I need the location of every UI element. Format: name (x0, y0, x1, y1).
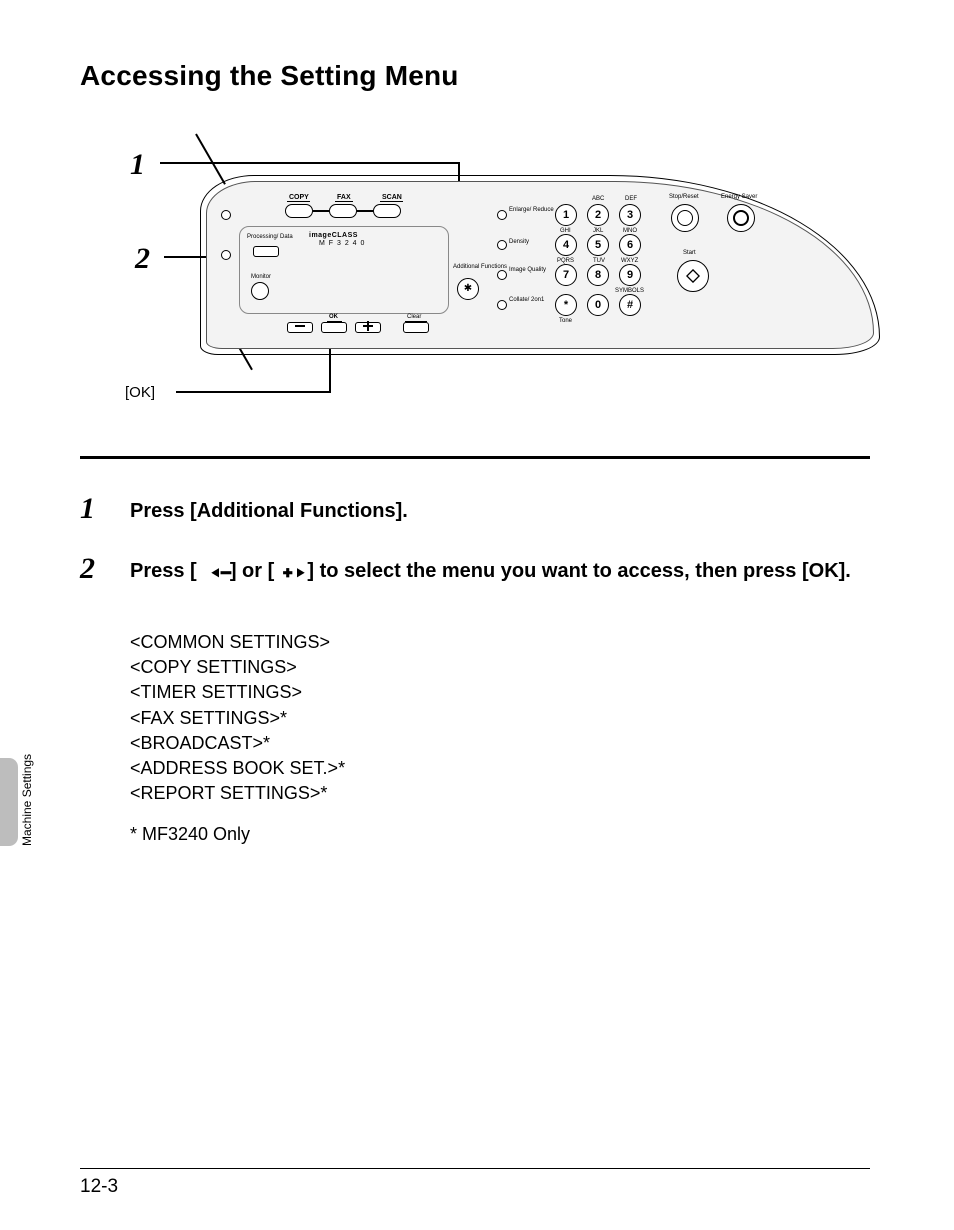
footnote: * MF3240 Only (130, 824, 250, 845)
ok-callout-label: [OK] (125, 384, 155, 401)
ok-label: OK (329, 314, 338, 320)
stop-reset-button (671, 204, 699, 232)
keypad-8: 8 (587, 264, 609, 286)
scan-button (373, 204, 401, 218)
minus-button (287, 322, 313, 333)
page-title: Accessing the Setting Menu (80, 60, 459, 92)
start-label: Start (683, 250, 696, 256)
additional-functions-button: ✱ (457, 278, 479, 300)
keypad-6: 6 (619, 234, 641, 256)
label-scan: SCAN (382, 194, 402, 201)
menu-item: <COMMON SETTINGS> (130, 630, 345, 655)
underline (335, 201, 353, 202)
callout-1: 1 (130, 148, 145, 182)
keypad-9: 9 (619, 264, 641, 286)
energy-icon (733, 210, 749, 226)
keypad-3: 3 (619, 204, 641, 226)
keypad-1: 1 (555, 204, 577, 226)
enlarge-reduce-label: Enlarge/ Reduce (509, 207, 554, 213)
keypad-5: 5 (587, 234, 609, 256)
leader-line (176, 391, 331, 393)
step-heading: Press [ ] or [ ] to select the menu you … (130, 558, 870, 585)
section-tab (0, 758, 18, 846)
clear-label: Clear (407, 314, 421, 320)
option-led (497, 240, 507, 250)
asterisk-icon: ✱ (464, 283, 472, 294)
document-page: Accessing the Setting Menu 1 2 [OK] COPY… (0, 0, 954, 1230)
keypad-star: * (555, 294, 577, 316)
keypad-4: 4 (555, 234, 577, 256)
def-label: DEF (625, 196, 637, 202)
step-number: 2 (80, 552, 95, 586)
step2-part0: Press [ (130, 560, 197, 582)
connector (313, 210, 329, 212)
keypad-0: 0 (587, 294, 609, 316)
collate-2on1-label: Collate/ 2on1 (509, 297, 544, 303)
energy-saver-button (727, 204, 755, 232)
left-arrow-minus-icon (202, 561, 224, 575)
ok-button (321, 322, 347, 333)
page-number: 12-3 (80, 1176, 118, 1198)
menu-list: <COMMON SETTINGS> <COPY SETTINGS> <TIMER… (130, 630, 345, 806)
menu-item: <TIMER SETTINGS> (130, 680, 345, 705)
image-quality-label: Image Quality (509, 267, 546, 273)
step-heading: Press [Additional Functions]. (130, 498, 870, 525)
control-panel: COPY FAX SCAN Processing/ Data imageCLA (200, 175, 880, 355)
panel-body: COPY FAX SCAN Processing/ Data imageCLA (206, 181, 874, 349)
option-led (497, 300, 507, 310)
monitor-label: Monitor (251, 274, 271, 280)
abc-label: ABC (592, 196, 604, 202)
keypad-2: 2 (587, 204, 609, 226)
menu-item: <COPY SETTINGS> (130, 655, 345, 680)
density-label: Density (509, 239, 529, 245)
option-led (497, 270, 507, 280)
keypad-7: 7 (555, 264, 577, 286)
energy-saver-label: Energy Saver (721, 194, 757, 200)
led-indicator (221, 250, 231, 260)
menu-item: <FAX SETTINGS>* (130, 706, 345, 731)
lcd-screen (243, 254, 443, 266)
menu-item: <ADDRESS BOOK SET.>* (130, 756, 345, 781)
section-divider (80, 456, 870, 459)
led-indicator (221, 210, 231, 220)
clear-button (403, 322, 429, 333)
processing-data-label: Processing/ Data (247, 234, 287, 240)
brand-label: imageCLASS (309, 232, 358, 239)
menu-item: <BROADCAST>* (130, 731, 345, 756)
connector (357, 210, 373, 212)
leader-line (160, 162, 460, 164)
start-icon (686, 269, 700, 283)
stop-icon (677, 210, 693, 226)
label-fax: FAX (337, 194, 351, 201)
callout-2: 2 (135, 242, 150, 276)
monitor-button (251, 282, 269, 300)
panel-diagram: 1 2 [OK] COPY FAX SCAN (80, 130, 870, 440)
stop-reset-label: Stop/Reset (669, 194, 699, 200)
copy-button (285, 204, 313, 218)
plus-right-arrow-icon (280, 561, 302, 575)
tone-label: Tone (559, 318, 572, 324)
footer-rule (80, 1168, 870, 1169)
option-led (497, 210, 507, 220)
model-label: M F 3 2 4 0 (319, 240, 365, 247)
fax-button (329, 204, 357, 218)
section-tab-label: Machine Settings (20, 754, 34, 846)
underline (287, 201, 310, 202)
start-button (677, 260, 709, 292)
step-number: 1 (80, 492, 95, 526)
underline (380, 201, 403, 202)
step2-part2: ] to select the menu you want to access,… (307, 560, 850, 582)
menu-item: <REPORT SETTINGS>* (130, 781, 345, 806)
plus-icon-v (367, 321, 369, 331)
additional-functions-label: Additional Functions (453, 264, 489, 270)
minus-icon (295, 325, 305, 327)
keypad-hash: # (619, 294, 641, 316)
label-copy: COPY (289, 194, 309, 201)
step2-part1: ] or [ (230, 560, 274, 582)
